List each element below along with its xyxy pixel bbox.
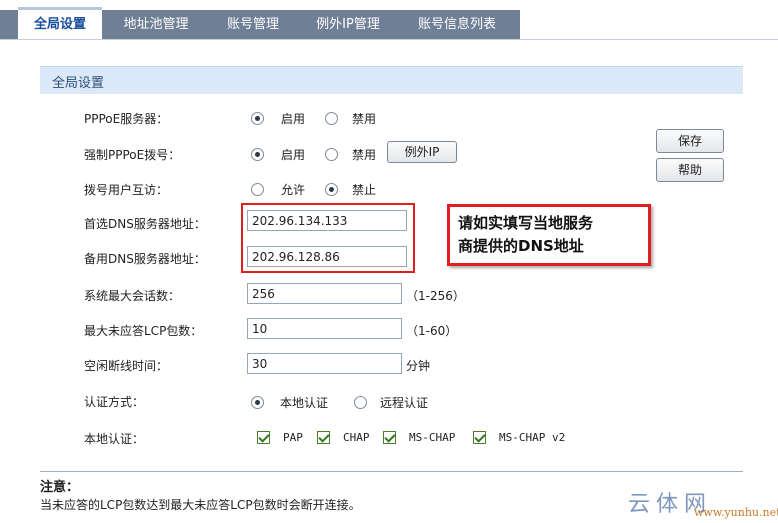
max-lcp-label: 最大未应答LCP包数： xyxy=(84,324,203,338)
tab-exception-ip[interactable]: 例外IP管理 xyxy=(300,10,396,40)
auth-remote-radio[interactable] xyxy=(354,396,367,409)
tab-address-pool[interactable]: 地址池管理 xyxy=(108,10,204,40)
tab-bar-container: 全局设置 地址池管理 账号管理 例外IP管理 账号信息列表 xyxy=(0,0,778,43)
force-pppoe-disable-label: 禁用 xyxy=(352,148,377,162)
pppoe-server-label: PPPoE服务器： xyxy=(84,112,169,126)
help-button[interactable]: 帮助 xyxy=(656,158,724,182)
user-access-deny-label: 禁止 xyxy=(352,183,377,197)
force-pppoe-label: 强制PPPoE拨号： xyxy=(84,148,181,162)
dns-callout-line1: 请如实填写当地服务 xyxy=(458,214,594,232)
ms-chap-checkbox[interactable] xyxy=(383,431,396,444)
ms-chap-v2-checkbox[interactable] xyxy=(473,431,486,444)
max-sessions-hint: （1-256） xyxy=(406,289,465,303)
chap-label: CHAP xyxy=(343,431,370,444)
ms-chap-v2-label: MS-CHAP v2 xyxy=(499,431,566,444)
pap-checkbox[interactable] xyxy=(257,431,270,444)
pppoe-server-enable-label: 启用 xyxy=(281,112,306,126)
max-lcp-input[interactable] xyxy=(247,318,402,339)
idle-time-input[interactable] xyxy=(247,353,402,374)
force-pppoe-disable-radio[interactable] xyxy=(325,148,338,161)
note-text: 当未应答的LCP包数达到最大未应答LCP包数时会断开连接。 xyxy=(40,498,361,512)
tab-account-management[interactable]: 账号管理 xyxy=(210,10,296,40)
watermark-url: www.yunhu.net xyxy=(694,506,778,519)
note-title: 注意： xyxy=(40,480,80,495)
auth-method-label: 认证方式： xyxy=(84,395,145,409)
user-access-label: 拨号用户互访： xyxy=(84,183,169,197)
tab-global-settings[interactable]: 全局设置 xyxy=(18,7,102,43)
tab-account-list[interactable]: 账号信息列表 xyxy=(402,10,512,40)
max-lcp-hint: （1-60） xyxy=(406,324,458,338)
exception-ip-button[interactable]: 例外IP xyxy=(387,141,457,163)
local-auth-label: 本地认证： xyxy=(84,432,145,446)
pppoe-server-disable-radio[interactable] xyxy=(325,112,338,125)
dns-callout-line2: 商提供的DNS地址 xyxy=(458,237,584,255)
auth-remote-label: 远程认证 xyxy=(380,396,429,410)
pap-label: PAP xyxy=(283,431,303,444)
dns-callout: 请如实填写当地服务 商提供的DNS地址 xyxy=(447,204,651,266)
max-sessions-label: 系统最大会话数： xyxy=(84,289,181,303)
chap-checkbox[interactable] xyxy=(317,431,330,444)
section-header: 全局设置 xyxy=(40,66,743,94)
watermark: 云体网 www.yunhu.net xyxy=(628,486,778,520)
user-access-allow-label: 允许 xyxy=(281,183,306,197)
user-access-deny-radio[interactable] xyxy=(325,183,338,196)
pppoe-server-disable-label: 禁用 xyxy=(352,112,377,126)
dns-secondary-label: 备用DNS服务器地址： xyxy=(84,252,206,266)
note-divider xyxy=(40,471,743,472)
section-title: 全局设置 xyxy=(52,76,105,91)
save-button[interactable]: 保存 xyxy=(656,129,724,153)
idle-time-unit: 分钟 xyxy=(406,359,431,373)
dns-highlight-box xyxy=(241,203,415,273)
force-pppoe-enable-label: 启用 xyxy=(281,148,306,162)
force-pppoe-enable-radio[interactable] xyxy=(251,148,264,161)
max-sessions-input[interactable] xyxy=(247,283,402,304)
ms-chap-label: MS-CHAP xyxy=(409,431,456,444)
auth-local-radio[interactable] xyxy=(251,396,264,409)
idle-time-label: 空闲断线时间： xyxy=(84,359,169,373)
tab-divider xyxy=(0,39,778,40)
dns-primary-label: 首选DNS服务器地址： xyxy=(84,217,206,231)
auth-local-label: 本地认证 xyxy=(280,396,329,410)
user-access-allow-radio[interactable] xyxy=(251,183,264,196)
pppoe-server-enable-radio[interactable] xyxy=(251,112,264,125)
